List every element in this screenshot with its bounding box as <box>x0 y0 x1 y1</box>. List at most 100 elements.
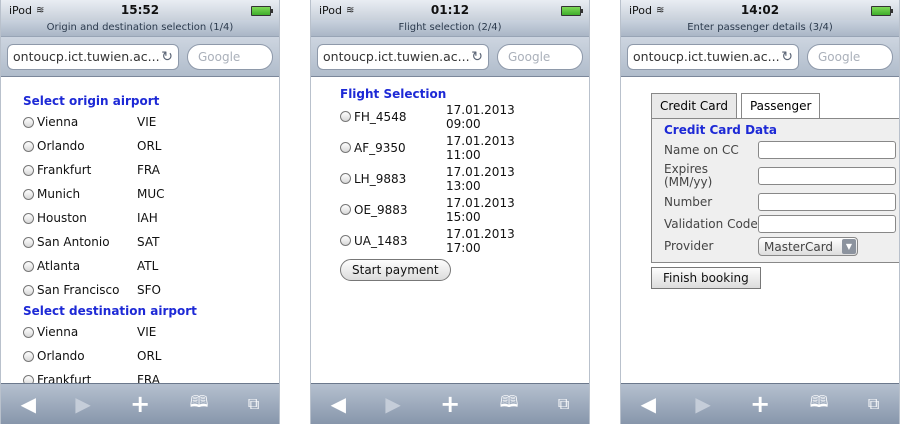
add-icon[interactable]: + <box>440 390 460 418</box>
battery-icon <box>561 6 583 16</box>
back-icon[interactable]: ◀ <box>641 392 656 416</box>
radio-button[interactable] <box>23 326 34 338</box>
page-title: Origin and destination selection (1/4) <box>1 20 279 37</box>
url-field[interactable]: ontoucp.ict.tuwien.ac.... ↻ <box>317 43 489 70</box>
airport-code: SAT <box>137 235 160 249</box>
airport-name: Vienna <box>37 115 79 129</box>
browser-toolbar: ◀ ▶ + 🕮 ⧉ <box>621 383 899 424</box>
forward-icon[interactable]: ▶ <box>385 392 400 416</box>
airport-name: Atlanta <box>37 259 81 273</box>
search-field[interactable]: Google <box>807 43 893 70</box>
pages-icon[interactable]: ⧉ <box>868 394 879 414</box>
tab-bar: Credit Card Passenger <box>651 93 899 118</box>
radio-button[interactable] <box>23 260 34 272</box>
airport-code: SFO <box>137 283 161 297</box>
pages-icon[interactable]: ⧉ <box>248 394 259 414</box>
radio-button[interactable] <box>23 164 34 176</box>
radio-button[interactable] <box>23 284 34 296</box>
provider-select[interactable]: MasterCard ▼ <box>758 237 858 256</box>
credit-card-panel: Credit Card Data Name on CC Expires (MM/… <box>651 118 899 263</box>
radio-button[interactable] <box>23 212 34 224</box>
airport-name: Frankfurt <box>37 163 92 177</box>
radio-button[interactable] <box>340 173 351 184</box>
airport-option[interactable]: Munich MUC <box>23 182 279 206</box>
number-input[interactable] <box>758 193 896 211</box>
airport-name: San Antonio <box>37 235 110 249</box>
radio-button[interactable] <box>23 188 34 200</box>
page-content: Select origin airport Vienna VIE Orlando OR… <box>1 77 279 384</box>
phone-screen-flights: iPod ≋ 01:12 Flight selection (2/4) onto… <box>310 0 590 424</box>
expires-input[interactable] <box>758 167 896 185</box>
flight-datetime: 17.01.2013 17:00 <box>446 227 530 255</box>
reload-icon[interactable]: ↻ <box>781 49 793 65</box>
airport-option[interactable]: Vienna VIE <box>23 320 279 344</box>
radio-button[interactable] <box>340 142 351 153</box>
flight-time: 15:00 <box>446 209 481 224</box>
bookmarks-icon[interactable]: 🕮 <box>190 391 209 418</box>
origin-heading: Select origin airport <box>23 94 160 108</box>
back-icon[interactable]: ◀ <box>331 392 346 416</box>
airport-option[interactable]: San Antonio SAT <box>23 230 279 254</box>
flight-date: 17.01.2013 <box>446 164 515 179</box>
reload-icon[interactable]: ↻ <box>161 49 173 65</box>
radio-button[interactable] <box>23 350 34 362</box>
validation-code-input[interactable] <box>758 215 896 233</box>
flight-option[interactable]: LH_9883 17.01.2013 13:00 <box>340 163 530 194</box>
url-text: ontoucp.ict.tuwien.ac.... <box>13 49 162 64</box>
flight-id: LH_9883 <box>354 171 407 186</box>
airport-option[interactable]: Frankfurt FRA <box>23 158 279 182</box>
chevron-down-icon: ▼ <box>842 239 856 254</box>
provider-value: MasterCard <box>764 239 834 254</box>
airport-option[interactable]: San Francisco SFO <box>23 278 279 302</box>
bookmarks-icon[interactable]: 🕮 <box>810 391 829 418</box>
airport-option[interactable]: Vienna VIE <box>23 110 279 134</box>
airport-option[interactable]: Frankfurt FRA <box>23 368 279 384</box>
radio-button[interactable] <box>340 111 351 122</box>
destination-heading: Select destination airport <box>23 304 197 318</box>
airport-code: VIE <box>137 325 157 339</box>
phone-screen-passenger: iPod ≋ 14:02 Enter passenger details (3/… <box>620 0 900 424</box>
airport-name: Orlando <box>37 349 85 363</box>
flight-list: FH_4548 17.01.2013 09:00 AF_9350 17.01.2013 1… <box>340 101 530 256</box>
bookmarks-icon[interactable]: 🕮 <box>500 391 519 418</box>
name-on-cc-input[interactable] <box>758 141 896 159</box>
flight-id: UA_1483 <box>354 233 408 248</box>
flight-option[interactable]: UA_1483 17.01.2013 17:00 <box>340 225 530 256</box>
airport-code: FRA <box>137 163 160 177</box>
radio-button[interactable] <box>340 235 351 246</box>
back-icon[interactable]: ◀ <box>21 392 36 416</box>
forward-icon[interactable]: ▶ <box>695 392 710 416</box>
reload-icon[interactable]: ↻ <box>471 49 483 65</box>
address-bar: ontoucp.ict.tuwien.ac.... ↻ Google <box>1 37 279 77</box>
radio-button[interactable] <box>23 140 34 152</box>
radio-button[interactable] <box>340 204 351 215</box>
start-payment-button[interactable]: Start payment <box>340 259 451 281</box>
flight-id: OE_9883 <box>354 202 408 217</box>
add-icon[interactable]: + <box>130 390 150 418</box>
radio-button[interactable] <box>23 116 34 128</box>
tab-credit-card[interactable]: Credit Card <box>651 93 737 118</box>
add-icon[interactable]: + <box>750 390 770 418</box>
flight-option[interactable]: FH_4548 17.01.2013 09:00 <box>340 101 530 132</box>
flight-option[interactable]: OE_9883 17.01.2013 15:00 <box>340 194 530 225</box>
field-row: Name on CC <box>664 141 899 159</box>
finish-booking-button[interactable]: Finish booking <box>651 267 761 289</box>
tab-passenger[interactable]: Passenger <box>740 93 821 118</box>
radio-button[interactable] <box>23 236 34 248</box>
search-field[interactable]: Google <box>497 43 583 70</box>
airport-option[interactable]: Orlando ORL <box>23 134 279 158</box>
url-field[interactable]: ontoucp.ict.tuwien.ac.... ↻ <box>627 43 799 70</box>
forward-icon[interactable]: ▶ <box>75 392 90 416</box>
search-field[interactable]: Google <box>187 43 273 70</box>
url-field[interactable]: ontoucp.ict.tuwien.ac.... ↻ <box>7 43 179 70</box>
airport-name: Vienna <box>37 325 79 339</box>
pages-icon[interactable]: ⧉ <box>558 394 569 414</box>
flight-option[interactable]: AF_9350 17.01.2013 11:00 <box>340 132 530 163</box>
airport-option[interactable]: Atlanta ATL <box>23 254 279 278</box>
field-row: Validation Code <box>664 215 899 233</box>
airport-option[interactable]: Houston IAH <box>23 206 279 230</box>
status-bar: iPod ≋ 14:02 <box>621 0 899 20</box>
airport-name: Orlando <box>37 139 85 153</box>
battery-icon <box>871 6 893 16</box>
airport-option[interactable]: Orlando ORL <box>23 344 279 368</box>
